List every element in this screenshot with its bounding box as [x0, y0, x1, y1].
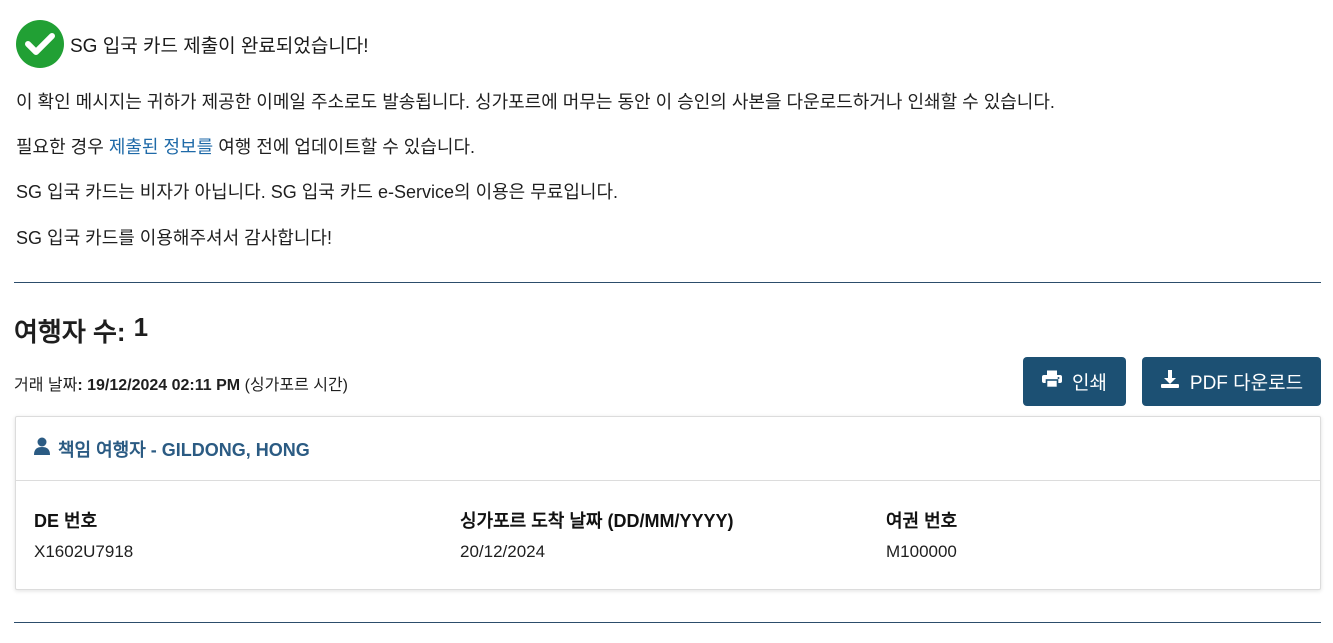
pdf-download-button[interactable]: PDF 다운로드 — [1142, 357, 1321, 406]
success-message: SG 입국 카드 제출이 완료되었습니다! — [70, 35, 369, 57]
success-banner: SG 입국 카드 제출이 완료되었습니다! — [16, 20, 369, 68]
bottom-divider — [14, 622, 1321, 623]
info-update-notice: 필요한 경우 제출된 정보를 여행 전에 업데이트할 수 있습니다. — [16, 133, 475, 159]
lead-traveller-name: 책임 여행자 - GILDONG, HONG — [58, 439, 310, 460]
transaction-date: 거래 날짜: 19/12/2024 02:11 PM (싱가포르 시간) — [14, 371, 348, 395]
print-button[interactable]: 인쇄 — [1023, 357, 1126, 406]
pdf-download-label: PDF 다운로드 — [1189, 373, 1304, 394]
traveller-card: 책임 여행자 - GILDONG, HONG DE 번호 X1602U7918 … — [15, 416, 1321, 590]
info-update-suffix: 여행 전에 업데이트할 수 있습니다. — [213, 137, 476, 157]
check-circle-icon — [16, 20, 64, 68]
info-visa-notice: SG 입국 카드는 비자가 아닙니다. SG 입국 카드 e-Service의 … — [16, 182, 619, 202]
arrival-date-label: 싱가포르 도착 날짜 (DD/MM/YYYY) — [460, 511, 734, 531]
traveller-count-value: 1 — [133, 312, 149, 342]
de-number-value: X1602U7918 — [34, 542, 134, 561]
section-divider — [14, 282, 1321, 283]
submitted-info-link[interactable]: 제출된 정보를 — [109, 137, 213, 157]
transaction-datetime: 19/12/2024 02:11 PM — [87, 377, 241, 394]
info-thanks: SG 입국 카드를 이용해주셔서 감사합니다! — [16, 228, 332, 248]
arrival-date-field: 싱가포르 도착 날짜 (DD/MM/YYYY) 20/12/2024 — [460, 507, 733, 562]
printer-icon — [1042, 370, 1063, 394]
user-icon — [34, 437, 50, 460]
de-number-label: DE 번호 — [34, 511, 98, 531]
traveller-count-heading: 여행자 수: 1 — [14, 312, 148, 349]
passport-number-label: 여권 번호 — [886, 511, 958, 531]
download-icon — [1160, 369, 1180, 395]
print-button-label: 인쇄 — [1072, 373, 1107, 394]
passport-number-value: M100000 — [886, 542, 957, 561]
transaction-date-separator: : — [77, 377, 88, 394]
traveller-card-header: 책임 여행자 - GILDONG, HONG — [16, 417, 1320, 481]
traveller-count-label: 여행자 수: — [14, 317, 126, 347]
passport-number-field: 여권 번호 M100000 — [886, 507, 957, 562]
transaction-timezone: (싱가포르 시간) — [244, 377, 348, 394]
transaction-date-label: 거래 날짜 — [14, 377, 78, 394]
info-update-prefix: 필요한 경우 — [16, 137, 109, 157]
de-number-field: DE 번호 X1602U7918 — [34, 507, 133, 562]
info-email-notice: 이 확인 메시지는 귀하가 제공한 이메일 주소로도 발송됩니다. 싱가포르에 … — [16, 92, 1055, 112]
arrival-date-value: 20/12/2024 — [460, 542, 546, 561]
